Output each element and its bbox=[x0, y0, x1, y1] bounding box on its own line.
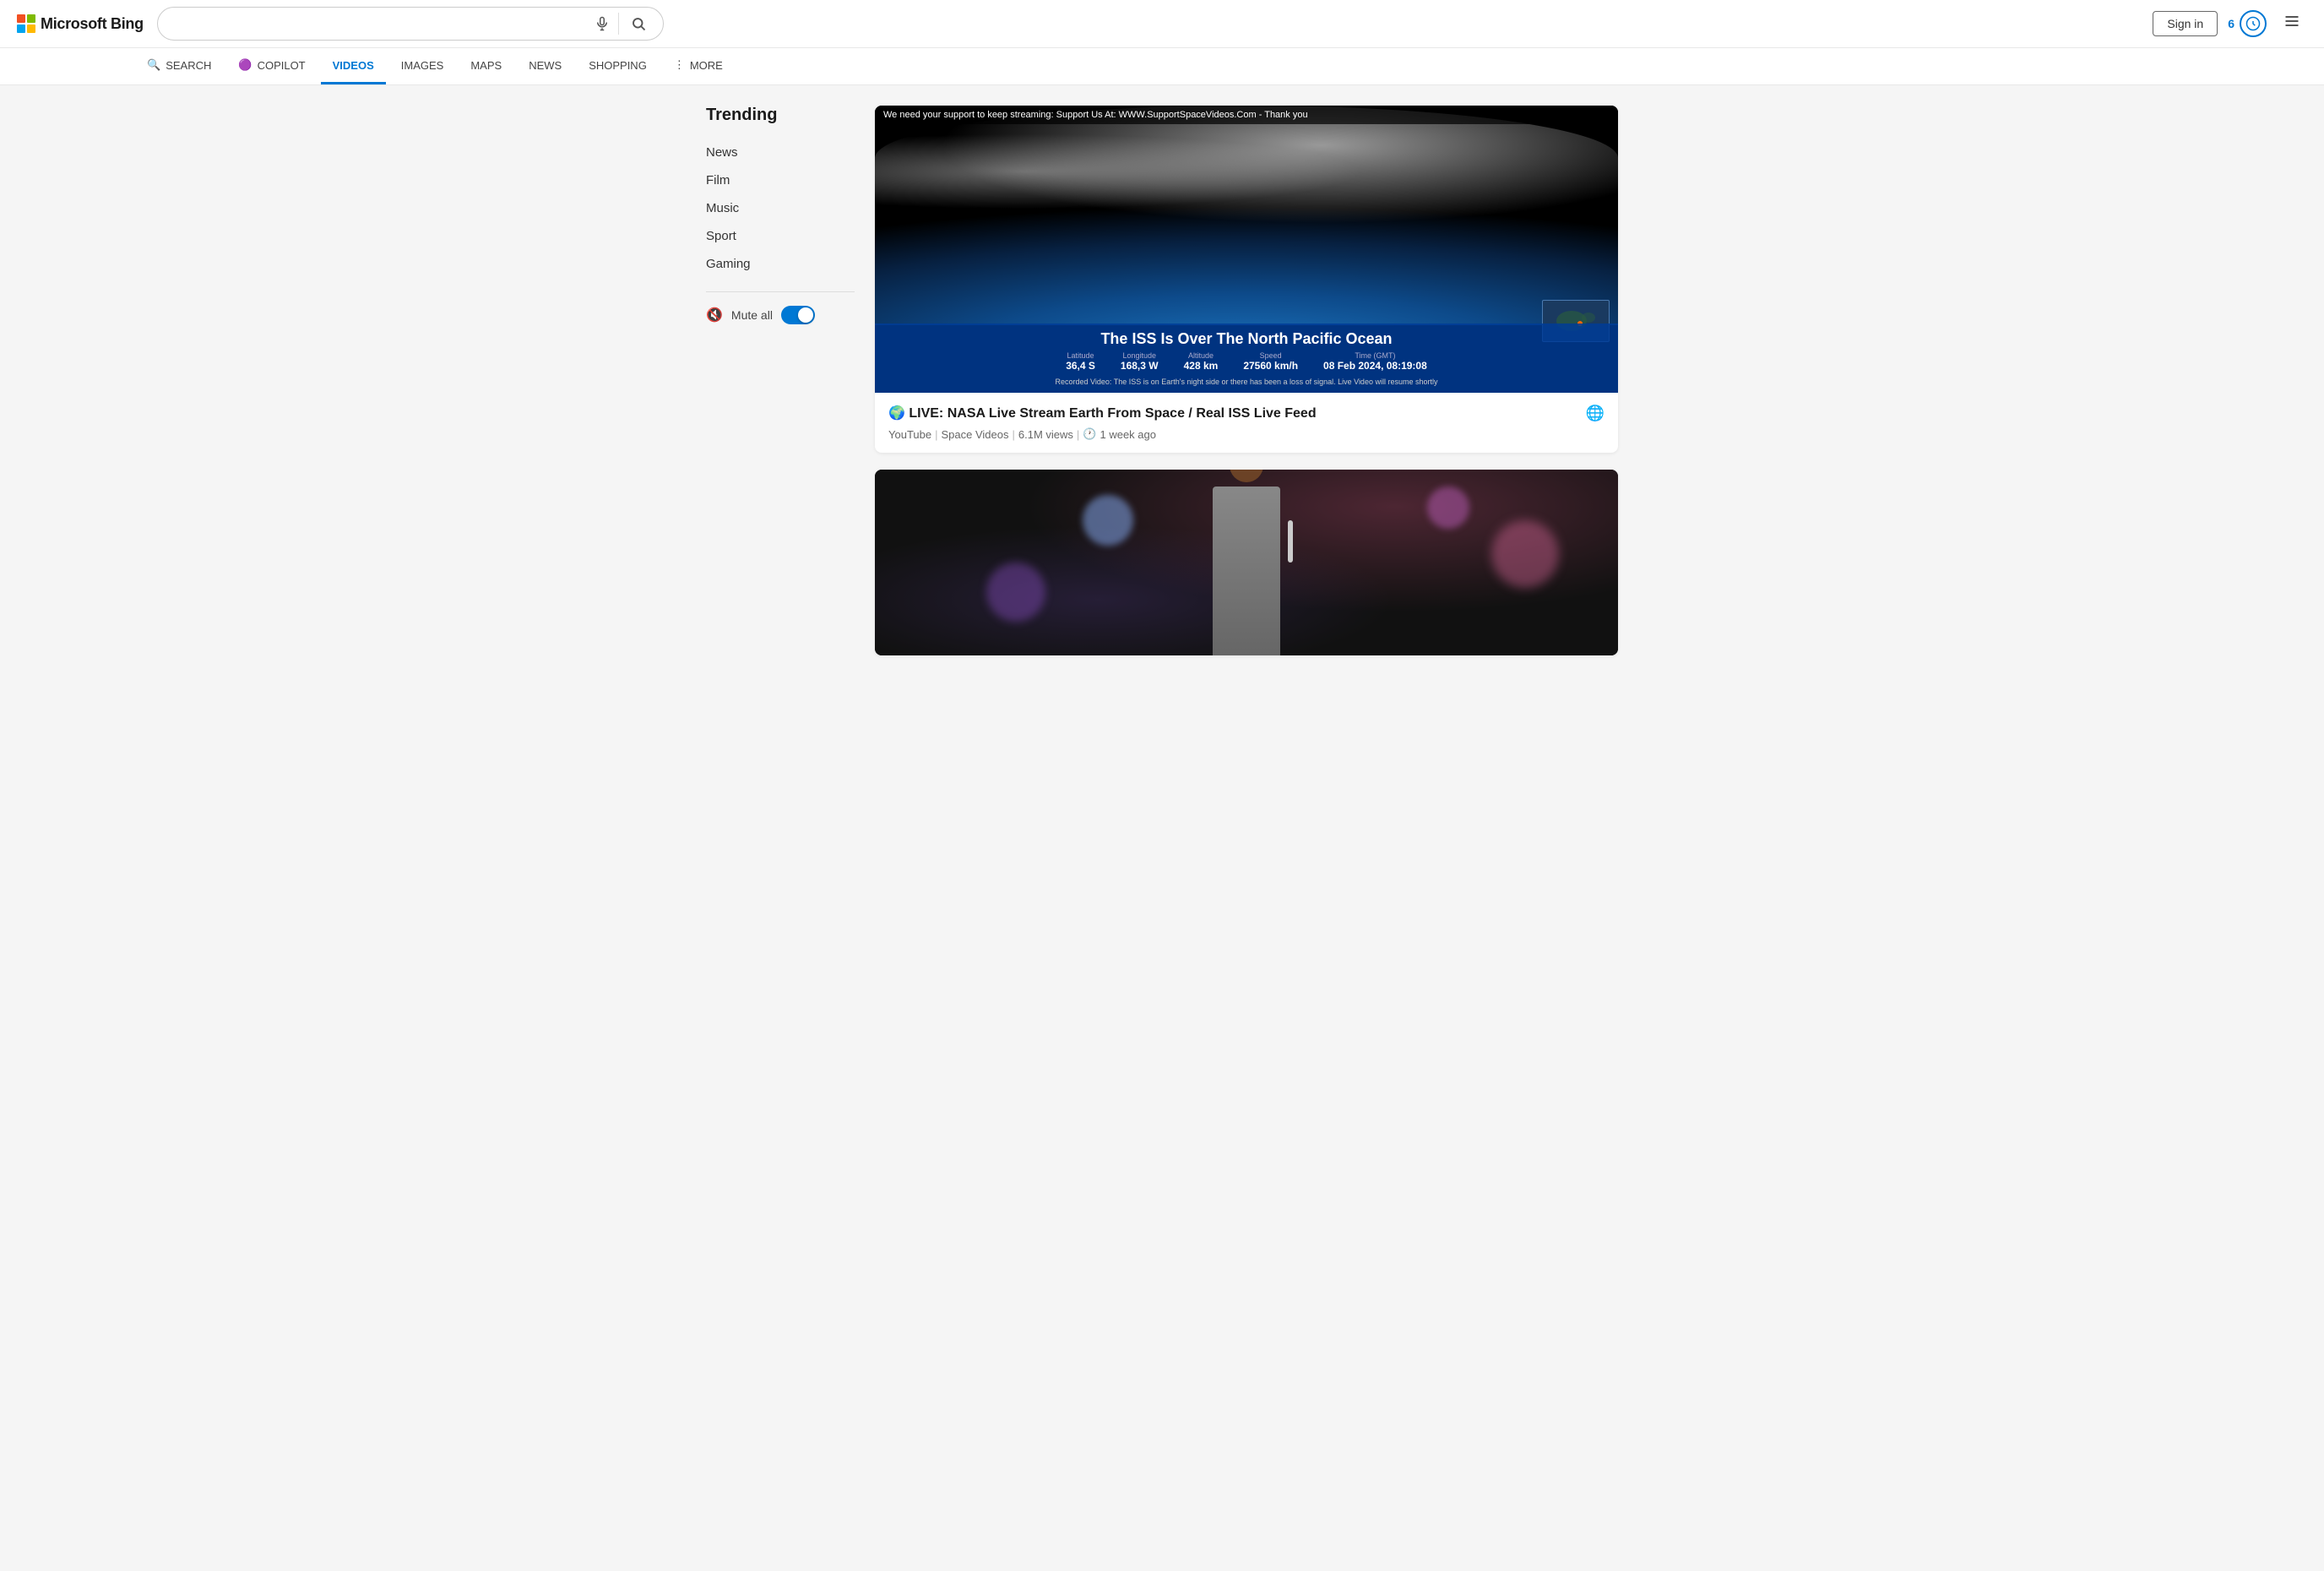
video-feed: We need your support to keep streaming: … bbox=[875, 106, 1618, 655]
concert-orb3 bbox=[1491, 520, 1559, 588]
video-title-iss[interactable]: 🌍 LIVE: NASA Live Stream Earth From Spac… bbox=[888, 405, 1577, 421]
tab-shopping[interactable]: SHOPPING bbox=[577, 49, 659, 84]
copilot-tab-icon: 🟣 bbox=[238, 58, 252, 72]
sidebar-item-music[interactable]: Music bbox=[706, 194, 855, 222]
rewards-count: 6 bbox=[2228, 17, 2234, 30]
header-right: Sign in 6 bbox=[2153, 9, 2307, 38]
hamburger-button[interactable] bbox=[2277, 9, 2307, 38]
header: Microsoft Bing Sign in 6 bbox=[0, 0, 2324, 48]
iss-stats: Latitude 36,4 S Longitude 168,3 W Altitu… bbox=[883, 351, 1610, 372]
toggle-knob bbox=[798, 307, 813, 323]
mute-control: 🔇 Mute all bbox=[706, 306, 855, 324]
tab-videos[interactable]: VIDEOS bbox=[321, 49, 386, 84]
logo-text: Microsoft Bing bbox=[41, 15, 144, 33]
tab-more[interactable]: ⋮ MORE bbox=[662, 48, 735, 84]
main-content: Trending News Film Music Sport Gaming 🔇 … bbox=[571, 85, 1753, 676]
sidebar-title: Trending bbox=[706, 106, 855, 125]
nav-tabs: 🔍 SEARCH 🟣 COPILOT VIDEOS IMAGES MAPS NE… bbox=[0, 48, 2324, 85]
person-mic bbox=[1288, 520, 1293, 563]
search-bar[interactable] bbox=[157, 7, 664, 41]
iss-overlay: The ISS Is Over The North Pacific Ocean … bbox=[875, 323, 1618, 393]
video-channel: Space Videos bbox=[941, 428, 1008, 441]
person-body bbox=[1213, 487, 1280, 655]
video-thumbnail-concert[interactable] bbox=[875, 470, 1618, 655]
concert-orb2 bbox=[1427, 487, 1469, 529]
search-input[interactable] bbox=[171, 17, 583, 31]
search-icon bbox=[631, 16, 646, 31]
video-meta-iss: YouTube | Space Videos | 6.1M views | 🕐 … bbox=[888, 427, 1605, 441]
sidebar-item-sport[interactable]: Sport bbox=[706, 222, 855, 250]
tab-news[interactable]: NEWS bbox=[517, 49, 573, 84]
sign-in-button[interactable]: Sign in bbox=[2153, 11, 2218, 36]
sidebar-item-gaming[interactable]: Gaming bbox=[706, 250, 855, 278]
logo[interactable]: Microsoft Bing bbox=[17, 14, 144, 33]
sidebar-item-news[interactable]: News bbox=[706, 139, 855, 166]
video-source: YouTube bbox=[888, 428, 931, 441]
video-time: 1 week ago bbox=[1100, 428, 1156, 441]
search-button[interactable] bbox=[627, 13, 649, 35]
iss-overlay-title: The ISS Is Over The North Pacific Ocean bbox=[883, 330, 1610, 348]
video-views: 6.1M views bbox=[1018, 428, 1073, 441]
sidebar-item-film[interactable]: Film bbox=[706, 166, 855, 194]
tab-maps[interactable]: MAPS bbox=[459, 49, 513, 84]
concert-orb4 bbox=[986, 563, 1045, 622]
rewards-badge[interactable]: 6 bbox=[2228, 10, 2267, 37]
more-icon: ⋮ bbox=[674, 58, 685, 72]
video-card-iss: We need your support to keep streaming: … bbox=[875, 106, 1618, 453]
iss-earth bbox=[875, 106, 1618, 325]
concert-figure bbox=[1162, 470, 1331, 655]
mute-toggle[interactable] bbox=[781, 306, 815, 324]
tab-images[interactable]: IMAGES bbox=[389, 49, 456, 84]
rewards-icon bbox=[2240, 10, 2267, 37]
mute-label: Mute all bbox=[731, 308, 773, 322]
concert-orb1 bbox=[1083, 495, 1133, 546]
tab-search[interactable]: 🔍 SEARCH bbox=[135, 48, 223, 84]
video-title-row: 🌍 LIVE: NASA Live Stream Earth From Spac… bbox=[888, 405, 1605, 422]
video-card-concert bbox=[875, 470, 1618, 655]
search-tab-icon: 🔍 bbox=[147, 58, 160, 72]
concert-thumbnail bbox=[875, 470, 1618, 655]
hamburger-icon bbox=[2283, 13, 2300, 30]
person-head bbox=[1230, 470, 1263, 482]
microphone-icon bbox=[595, 16, 610, 31]
microphone-button[interactable] bbox=[591, 13, 619, 35]
iss-sub-text: Recorded Video: The ISS is on Earth's ni… bbox=[883, 375, 1610, 389]
video-thumbnail-iss[interactable]: We need your support to keep streaming: … bbox=[875, 106, 1618, 393]
iss-thumbnail: We need your support to keep streaming: … bbox=[875, 106, 1618, 393]
mute-icon: 🔇 bbox=[706, 307, 723, 323]
video-info-iss: 🌍 LIVE: NASA Live Stream Earth From Spac… bbox=[875, 393, 1618, 453]
clock-icon: 🕐 bbox=[1083, 427, 1096, 441]
tab-copilot[interactable]: 🟣 COPILOT bbox=[226, 48, 317, 84]
microsoft-logo-icon bbox=[17, 14, 35, 33]
sidebar-divider bbox=[706, 291, 855, 292]
iss-support-banner: We need your support to keep streaming: … bbox=[875, 106, 1618, 124]
globe-icon[interactable]: 🌐 bbox=[1586, 405, 1605, 422]
sidebar: Trending News Film Music Sport Gaming 🔇 … bbox=[706, 106, 875, 655]
